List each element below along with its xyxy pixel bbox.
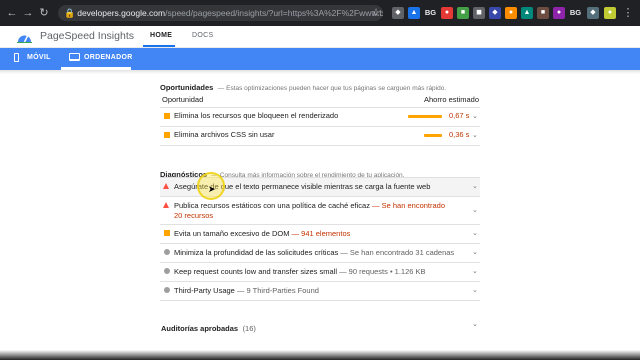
opportunities-subtitle: — Estas optimizaciones pueden hacer que …	[217, 85, 447, 92]
chevron-down-icon[interactable]: ⌄	[472, 320, 478, 328]
average-square-icon	[164, 230, 170, 236]
address-bar[interactable]: 🔒 developers.google.com/speed/pagespeed/…	[58, 5, 383, 21]
active-tab-indicator	[143, 45, 175, 47]
pagespeed-logo-icon	[17, 34, 32, 43]
tab-desktop[interactable]: ORDENADOR	[84, 54, 133, 61]
reload-icon[interactable]: ↻	[38, 7, 50, 19]
extension-icon[interactable]: ●	[505, 7, 517, 19]
diagnostic-detail: — Se han encontrado 31 cadenas	[340, 248, 455, 257]
diagnostic-label[interactable]: Evita un tamaño excesivo de DOM — 941 el…	[174, 229, 350, 238]
chevron-down-icon[interactable]: ⌄	[472, 267, 478, 275]
passed-audits-count: (16)	[242, 324, 256, 333]
divider	[160, 262, 480, 263]
chevron-down-icon[interactable]: ⌄	[472, 286, 478, 294]
mouse-pointer-icon: ➤	[208, 184, 216, 194]
extension-icon[interactable]: ▲	[521, 7, 533, 19]
avatar[interactable]: ●	[604, 7, 616, 19]
divider	[160, 145, 480, 146]
app-title[interactable]: PageSpeed Insights	[40, 30, 134, 42]
passed-audits-header[interactable]: Auditorías aprobadas (16)	[161, 318, 256, 336]
diagnostic-detail: — 90 requests • 1.126 KB	[339, 267, 426, 276]
diagnostic-detail: — 9 Third-Parties Found	[236, 286, 319, 295]
divider	[160, 224, 480, 225]
fail-triangle-icon	[163, 202, 169, 208]
passed-audits-title: Auditorías aprobadas	[161, 324, 239, 333]
extension-icon[interactable]: ●	[441, 7, 453, 19]
chevron-down-icon[interactable]: ⌄	[472, 229, 478, 237]
divider	[160, 243, 480, 244]
average-square-icon	[164, 113, 170, 119]
diagnostic-title: Publica recursos estáticos con una polít…	[174, 201, 370, 210]
diagnostic-label[interactable]: Minimiza la profundidad de las solicitud…	[174, 248, 454, 257]
chevron-down-icon[interactable]: ⌄	[472, 131, 478, 139]
savings-bar	[408, 115, 442, 118]
opportunities-header: Oportunidades — Estas optimizaciones pue…	[160, 77, 446, 95]
laptop-icon[interactable]	[69, 53, 80, 61]
fail-triangle-icon	[163, 183, 169, 189]
extension-bg-icon[interactable]: BG	[569, 7, 582, 19]
diagnostic-label[interactable]: Third-Party Usage — 9 Third-Parties Foun…	[174, 286, 319, 295]
chevron-down-icon[interactable]: ⌄	[472, 182, 478, 190]
tab-docs[interactable]: DOCS	[192, 32, 213, 39]
tab-mobile[interactable]: MÓVIL	[27, 54, 51, 61]
bottom-edge	[0, 350, 640, 360]
extension-icon[interactable]: ▲	[408, 7, 420, 19]
divider	[160, 300, 480, 301]
bar-shadow	[0, 70, 640, 74]
diagnostic-title: Third-Party Usage	[174, 286, 235, 295]
divider	[160, 281, 480, 282]
extension-icon[interactable]: ◆	[392, 7, 404, 19]
info-circle-icon	[164, 268, 170, 274]
column-opportunity: Oportunidad	[162, 95, 204, 104]
opportunities-title: Oportunidades	[160, 83, 214, 92]
extension-icon[interactable]: ◼	[473, 7, 485, 19]
back-icon[interactable]: ←	[6, 7, 18, 19]
tab-home[interactable]: HOME	[150, 32, 172, 39]
savings-value: 0,67 s	[449, 111, 470, 120]
diagnostic-title: Minimiza la profundidad de las solicitud…	[174, 248, 339, 257]
star-icon[interactable]: ☆	[370, 7, 382, 19]
diagnostic-detail: 20 recursos	[174, 211, 214, 220]
savings-bar	[424, 134, 442, 137]
extension-icon[interactable]: ●	[553, 7, 565, 19]
extension-icon[interactable]: ◆	[587, 7, 599, 19]
address-url: developers.google.com/speed/pagespeed/in…	[77, 8, 383, 18]
divider	[160, 126, 480, 127]
extension-bg-icon[interactable]: BG	[424, 7, 437, 19]
browser-menu-icon[interactable]: ⋮	[622, 7, 634, 19]
column-savings: Ahorro estimado	[424, 95, 480, 104]
divider	[160, 107, 480, 108]
diagnostic-title: Keep request counts low and transfer siz…	[174, 267, 337, 276]
diagnostic-label[interactable]: Publica recursos estáticos con una polít…	[174, 201, 445, 210]
diagnostic-label[interactable]: Keep request counts low and transfer siz…	[174, 267, 426, 276]
opportunity-label[interactable]: Elimina los recursos que bloqueen el ren…	[174, 111, 338, 120]
phone-icon[interactable]	[14, 53, 19, 62]
diagnostic-detail: — Se han encontrado	[372, 201, 446, 210]
extension-icon[interactable]: ■	[537, 7, 549, 19]
info-circle-icon	[164, 249, 170, 255]
savings-value: 0,36 s	[449, 130, 470, 139]
lock-icon: 🔒	[64, 7, 76, 18]
diagnostic-detail: — 941 elementos	[291, 229, 351, 238]
info-circle-icon	[164, 287, 170, 293]
extension-icon[interactable]: ■	[457, 7, 469, 19]
opportunity-label[interactable]: Elimina archivos CSS sin usar	[174, 130, 274, 139]
diagnostic-title: Evita un tamaño excesivo de DOM	[174, 229, 290, 238]
extension-icon[interactable]: ◆	[489, 7, 501, 19]
forward-icon[interactable]: →	[22, 7, 34, 19]
chevron-down-icon[interactable]: ⌄	[472, 206, 478, 214]
average-square-icon	[164, 132, 170, 138]
chevron-down-icon[interactable]: ⌄	[472, 112, 478, 120]
chevron-down-icon[interactable]: ⌄	[472, 248, 478, 256]
